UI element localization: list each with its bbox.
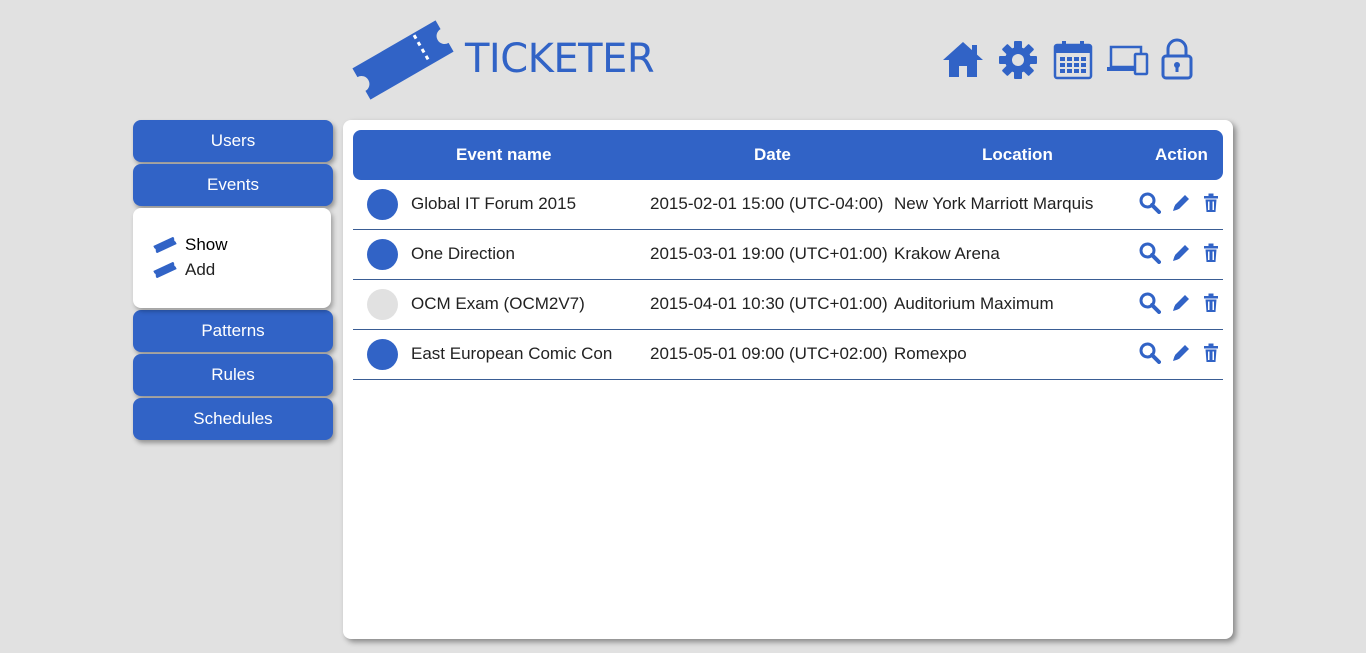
sidebar-item-events[interactable]: Events bbox=[133, 164, 333, 206]
status-indicator bbox=[367, 189, 398, 220]
events-submenu: Show Add bbox=[133, 208, 331, 308]
event-date-cell: 2015-02-01 15:00 (UTC-04:00) bbox=[650, 194, 884, 213]
ticket-icon bbox=[153, 237, 177, 253]
table-row: East European Comic Con 2015-05-01 09:00 … bbox=[353, 330, 1223, 380]
table-row: One Direction 2015-03-01 19:00 (UTC+01:00… bbox=[353, 230, 1223, 280]
sidebar-item-label: Schedules bbox=[193, 409, 273, 428]
sidebar: Users Events Show Add Patterns Rules Sch… bbox=[133, 120, 333, 442]
submenu-item-label: Show bbox=[185, 235, 228, 254]
table-row: OCM Exam (OCM2V7) 2015-04-01 10:30 (UTC+0… bbox=[353, 280, 1223, 330]
sidebar-item-rules[interactable]: Rules bbox=[133, 354, 333, 396]
column-header-action: Action bbox=[1155, 145, 1208, 164]
pencil-icon[interactable] bbox=[1171, 193, 1191, 218]
search-icon[interactable] bbox=[1139, 292, 1161, 319]
sidebar-item-label: Patterns bbox=[201, 321, 265, 340]
table-row: Global IT Forum 2015 2015-02-01 15:00 (UT… bbox=[353, 180, 1223, 230]
event-name-cell: OCM Exam (OCM2V7) bbox=[411, 294, 585, 313]
status-indicator bbox=[367, 289, 398, 320]
app-logo: TICKETER bbox=[348, 14, 655, 106]
sidebar-item-label: Events bbox=[207, 175, 259, 194]
ticket-icon bbox=[153, 262, 177, 278]
event-date-cell: 2015-03-01 19:00 (UTC+01:00) bbox=[650, 244, 888, 263]
table-header: Event name Date Location Action bbox=[353, 130, 1223, 180]
events-panel: Event name Date Location Action Global I… bbox=[343, 120, 1233, 639]
event-location-cell: Romexpo bbox=[894, 344, 967, 363]
ticket-logo-icon bbox=[352, 20, 454, 100]
devices-icon[interactable] bbox=[1107, 44, 1149, 83]
sidebar-item-patterns[interactable]: Patterns bbox=[133, 310, 333, 352]
search-icon[interactable] bbox=[1139, 192, 1161, 219]
calendar-icon[interactable] bbox=[1053, 40, 1093, 85]
status-indicator bbox=[367, 339, 398, 370]
event-name-cell: Global IT Forum 2015 bbox=[411, 194, 577, 213]
home-icon[interactable] bbox=[942, 40, 984, 83]
column-header-date: Date bbox=[754, 145, 791, 164]
event-location-cell: Krakow Arena bbox=[894, 244, 1000, 263]
search-icon[interactable] bbox=[1139, 342, 1161, 369]
event-location-cell: Auditorium Maximum bbox=[894, 294, 1054, 313]
app-title: TICKETER bbox=[465, 36, 655, 82]
sidebar-item-label: Users bbox=[210, 131, 256, 150]
submenu-item-show[interactable]: Show bbox=[153, 235, 228, 255]
event-date-cell: 2015-04-01 10:30 (UTC+01:00) bbox=[650, 294, 888, 313]
sidebar-item-users[interactable]: Users bbox=[133, 120, 333, 162]
status-indicator bbox=[367, 239, 398, 270]
event-date-cell: 2015-05-01 09:00 (UTC+02:00) bbox=[650, 344, 888, 363]
event-location-cell: New York Marriott Marquis bbox=[894, 194, 1094, 213]
event-name-cell: East European Comic Con bbox=[411, 344, 613, 363]
lock-icon[interactable] bbox=[1161, 38, 1193, 85]
pencil-icon[interactable] bbox=[1171, 343, 1191, 368]
sidebar-item-label: Rules bbox=[211, 365, 255, 384]
column-header-event-name: Event name bbox=[456, 145, 552, 164]
event-name-cell: One Direction bbox=[411, 244, 515, 263]
trash-icon[interactable] bbox=[1203, 193, 1219, 218]
trash-icon[interactable] bbox=[1203, 243, 1219, 268]
pencil-icon[interactable] bbox=[1171, 243, 1191, 268]
pencil-icon[interactable] bbox=[1171, 293, 1191, 318]
gear-icon[interactable] bbox=[998, 40, 1038, 85]
trash-icon[interactable] bbox=[1203, 343, 1219, 368]
sidebar-item-schedules[interactable]: Schedules bbox=[133, 398, 333, 440]
column-header-location: Location bbox=[982, 145, 1053, 164]
submenu-item-label: Add bbox=[185, 260, 216, 279]
search-icon[interactable] bbox=[1139, 242, 1161, 269]
trash-icon[interactable] bbox=[1203, 293, 1219, 318]
submenu-item-add[interactable]: Add bbox=[153, 260, 215, 280]
